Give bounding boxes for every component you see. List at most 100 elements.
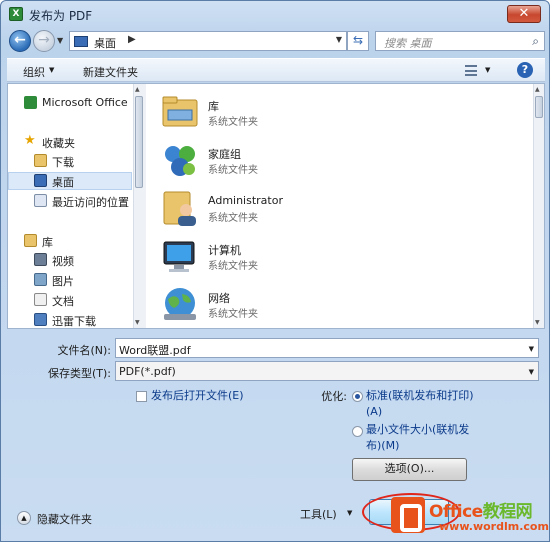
- file-name: 计算机: [208, 244, 241, 257]
- file-name: 家庭组: [208, 148, 241, 161]
- sidebar-item-pictures[interactable]: 图片: [8, 271, 132, 289]
- sidebar-item-label: 下载: [52, 156, 74, 169]
- sidebar-item-downloads[interactable]: 下载: [8, 152, 132, 170]
- homegroup-icon: [165, 146, 195, 176]
- user-folder-icon: [163, 191, 196, 226]
- optimize-minimum-line-2: 布)(M): [366, 439, 400, 452]
- file-type: 系统文件夹: [208, 213, 258, 224]
- list-item-homegroup[interactable]: 家庭组 系统文件夹: [160, 138, 460, 182]
- sidebar-item-favorites[interactable]: ★ 收藏夹: [8, 133, 132, 151]
- sidebar-item-label: 收藏夹: [42, 137, 75, 150]
- address-location[interactable]: 桌面: [94, 35, 116, 51]
- search-input[interactable]: 搜索 桌面 ⌕: [375, 31, 545, 51]
- open-after-publish-label[interactable]: 发布后打开文件(E): [151, 388, 244, 404]
- watermark-url: www.wordlm.com: [439, 520, 549, 533]
- library-folder-icon: [162, 96, 198, 127]
- scroll-thumb[interactable]: [135, 96, 143, 188]
- list-item-computer[interactable]: 计算机 系统文件夹: [160, 234, 460, 278]
- help-icon[interactable]: ?: [517, 62, 533, 78]
- file-name: Administrator: [208, 194, 283, 207]
- navigation-bar: ← → ▼ 桌面 ▶ ▼ ⇆ 搜索 桌面 ⌕: [7, 30, 545, 52]
- forward-button[interactable]: →: [33, 30, 55, 52]
- savetype-value: PDF(*.pdf): [119, 365, 176, 378]
- open-after-publish-checkbox[interactable]: [136, 391, 147, 402]
- sidebar-item-thunder-download[interactable]: 迅雷下载: [8, 311, 132, 329]
- watermark-logo: Office教程网 www.wordlm.com: [391, 495, 549, 539]
- list-item-libraries[interactable]: 库 系统文件夹: [160, 90, 460, 134]
- optimize-minimum-radio[interactable]: [352, 426, 363, 437]
- optimize-label: 优化:: [321, 390, 347, 403]
- hide-folders-button[interactable]: 隐藏文件夹: [37, 511, 92, 527]
- excel-app-icon: X: [9, 7, 23, 21]
- search-icon[interactable]: ⌕: [532, 34, 539, 49]
- list-item-network[interactable]: 网络 系统文件夹: [160, 282, 460, 326]
- command-toolbar: 组织 ▼ 新建文件夹 ▼ ?: [7, 58, 545, 82]
- new-folder-button[interactable]: 新建文件夹: [83, 64, 138, 80]
- office-icon: [24, 96, 37, 109]
- chevron-up-icon[interactable]: ▲: [17, 511, 31, 525]
- tools-button[interactable]: 工具(L): [300, 506, 337, 522]
- sidebar-item-label: 视频: [52, 255, 74, 268]
- file-list-scrollbar[interactable]: ▲ ▼: [533, 84, 544, 328]
- organize-button[interactable]: 组织: [23, 64, 45, 80]
- list-item-administrator[interactable]: Administrator 系统文件夹: [160, 186, 460, 230]
- watermark-title: Office教程网: [429, 497, 533, 522]
- desktop-icon: [74, 36, 88, 47]
- address-dropdown-icon[interactable]: ▼: [336, 35, 342, 44]
- sidebar-item-label: 迅雷下载: [52, 315, 96, 328]
- optimize-standard-label[interactable]: 标准(联机发布和打印) (A): [366, 388, 474, 420]
- scroll-up-icon[interactable]: ▲: [135, 86, 140, 93]
- thunder-download-icon: [34, 313, 47, 326]
- optimize-minimum-label[interactable]: 最小文件大小(联机发 布)(M): [366, 422, 469, 454]
- sidebar-item-label: 文档: [52, 295, 74, 308]
- chevron-down-icon[interactable]: ▼: [529, 368, 534, 376]
- view-dropdown-icon[interactable]: ▼: [485, 66, 490, 74]
- sidebar-item-microsoft-office[interactable]: Microsoft Office: [8, 94, 132, 112]
- download-folder-icon: [34, 154, 47, 167]
- recent-places-icon: [34, 194, 47, 207]
- file-name: 网络: [208, 292, 230, 305]
- file-type: 系统文件夹: [208, 117, 258, 128]
- optimize-standard-radio[interactable]: [352, 391, 363, 402]
- documents-icon: [34, 293, 47, 306]
- sidebar-item-label: 图片: [52, 275, 74, 288]
- tools-dropdown-icon[interactable]: ▼: [347, 509, 352, 517]
- sidebar-item-label: Microsoft Office: [42, 96, 128, 109]
- watermark-title-b: 教程网: [482, 502, 533, 522]
- sidebar-item-label: 库: [42, 236, 53, 249]
- file-name: 库: [208, 100, 219, 113]
- sidebar-item-desktop[interactable]: 桌面: [8, 172, 132, 190]
- close-button[interactable]: ✕: [507, 5, 541, 23]
- pane-splitter[interactable]: [144, 84, 146, 328]
- refresh-button[interactable]: ⇆: [347, 31, 369, 51]
- address-bar[interactable]: 桌面 ▶ ▼: [69, 31, 347, 51]
- chevron-down-icon[interactable]: ▼: [529, 345, 534, 353]
- scroll-down-icon[interactable]: ▼: [535, 319, 540, 326]
- sidebar-item-videos[interactable]: 视频: [8, 251, 132, 269]
- navigation-scrollbar[interactable]: ▲ ▼: [133, 84, 144, 328]
- network-icon: [164, 288, 196, 320]
- filename-value[interactable]: Word联盟.pdf: [119, 342, 191, 358]
- savetype-select[interactable]: PDF(*.pdf) ▼: [115, 361, 539, 381]
- back-button[interactable]: ←: [9, 30, 31, 52]
- desktop-icon: [34, 174, 47, 187]
- filename-field[interactable]: Word联盟.pdf ▼: [115, 338, 539, 358]
- video-icon: [34, 253, 47, 266]
- file-type: 系统文件夹: [208, 165, 258, 176]
- view-options-icon[interactable]: [465, 65, 477, 76]
- title-bar: X 发布为 PDF ✕: [1, 1, 549, 27]
- scroll-down-icon[interactable]: ▼: [135, 319, 140, 326]
- recent-pages-dropdown-icon[interactable]: ▼: [57, 36, 63, 45]
- options-button[interactable]: 选项(O)...: [352, 458, 467, 481]
- sidebar-item-recent-places[interactable]: 最近访问的位置: [8, 192, 132, 210]
- filename-label: 文件名(N):: [57, 344, 111, 357]
- scroll-thumb[interactable]: [535, 96, 543, 118]
- scroll-up-icon[interactable]: ▲: [535, 86, 540, 93]
- file-type: 系统文件夹: [208, 261, 258, 272]
- library-icon: [24, 234, 37, 247]
- file-type: 系统文件夹: [208, 309, 258, 320]
- chevron-right-icon[interactable]: ▶: [128, 34, 136, 45]
- sidebar-item-libraries[interactable]: 库: [8, 232, 132, 250]
- sidebar-item-documents[interactable]: 文档: [8, 291, 132, 309]
- organize-dropdown-icon[interactable]: ▼: [49, 66, 54, 74]
